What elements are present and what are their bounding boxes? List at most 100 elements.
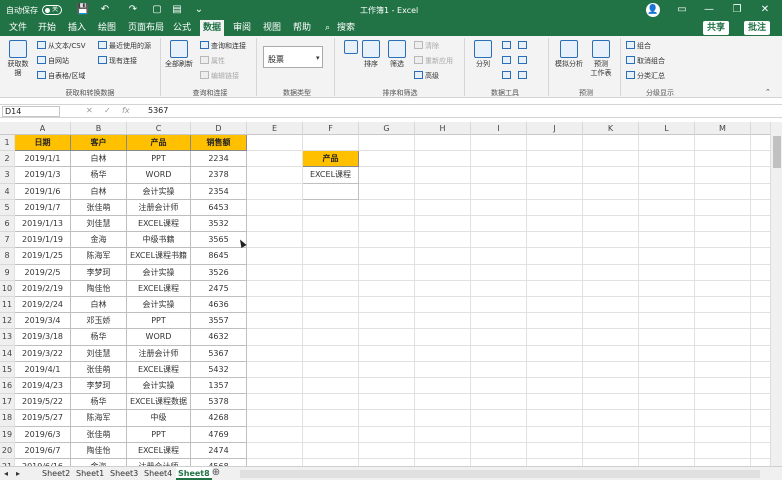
table-cell[interactable]: EXCEL课程: [127, 442, 191, 459]
tab-page-layout[interactable]: 页面布局: [125, 20, 167, 36]
table-cell[interactable]: 会计实操: [127, 297, 191, 314]
table-cell[interactable]: 中级书籍: [127, 232, 191, 249]
edit-links-button[interactable]: 编辑链接: [200, 71, 239, 81]
table-cell[interactable]: 会计实操: [127, 183, 191, 200]
column-header-F[interactable]: F: [303, 122, 359, 135]
table-cell[interactable]: EXCEL课程: [127, 361, 191, 378]
redo-icon[interactable]: ↷: [126, 3, 140, 17]
advanced-button[interactable]: 高级: [414, 71, 439, 81]
customize-qa-icon[interactable]: ⌄: [192, 3, 206, 17]
tab-formulas[interactable]: 公式: [170, 20, 194, 36]
row-header[interactable]: 19: [0, 426, 15, 443]
table-cell[interactable]: 会计实操: [127, 264, 191, 281]
row-header[interactable]: 16: [0, 378, 15, 395]
from-table-button[interactable]: 自表格/区域: [37, 71, 85, 81]
ribbon-display-icon[interactable]: ▭: [675, 3, 689, 17]
horizontal-scrollbar[interactable]: [240, 470, 760, 478]
table-cell[interactable]: 3557: [191, 313, 247, 330]
worksheet-grid[interactable]: ABCDEFGHIJKLM 1 2 3 4 5 6 7 8 9 10 11 12 13 14 15 16 17 1…: [0, 122, 770, 466]
table-cell[interactable]: 2019/3/4: [15, 313, 71, 330]
table-cell[interactable]: 张佳萌: [71, 361, 127, 378]
row-header[interactable]: 10: [0, 280, 15, 297]
sheet-tab-sheet3[interactable]: Sheet3: [108, 467, 140, 480]
recent-sources-button[interactable]: 最近使用的源: [98, 41, 151, 51]
row-header[interactable]: 21: [0, 459, 15, 466]
clear-button[interactable]: 清除: [414, 41, 439, 51]
stock-data-type[interactable]: 股票: [263, 46, 323, 68]
table-cell[interactable]: 会计实操: [127, 378, 191, 395]
table-cell[interactable]: 2019/1/7: [15, 199, 71, 216]
row-header[interactable]: 4: [0, 183, 15, 200]
table-cell[interactable]: 注册会计师: [127, 459, 191, 466]
column-header-H[interactable]: H: [415, 122, 471, 135]
relationships-icon[interactable]: [518, 56, 529, 66]
row-header[interactable]: 20: [0, 442, 15, 459]
table-cell[interactable]: 2019/1/19: [15, 232, 71, 249]
row-header[interactable]: 6: [0, 216, 15, 233]
table-cell[interactable]: 2378: [191, 167, 247, 184]
table-cell[interactable]: 刘佳慧: [71, 216, 127, 233]
table-cell[interactable]: 2019/5/27: [15, 410, 71, 427]
table-cell[interactable]: 2474: [191, 442, 247, 459]
comment-button[interactable]: 批注: [744, 21, 771, 35]
tab-search[interactable]: 搜索: [334, 20, 358, 36]
table-cell[interactable]: 2019/4/1: [15, 361, 71, 378]
table-cell[interactable]: 5367: [191, 345, 247, 362]
row-header[interactable]: 18: [0, 410, 15, 427]
table-cell[interactable]: 2354: [191, 183, 247, 200]
table-cell[interactable]: 5378: [191, 394, 247, 411]
table-cell[interactable]: 金海: [71, 232, 127, 249]
column-header-E[interactable]: E: [247, 122, 303, 135]
vertical-scroll-thumb[interactable]: [773, 136, 781, 168]
table-cell[interactable]: 2475: [191, 280, 247, 297]
table-cell[interactable]: 注册会计师: [127, 199, 191, 216]
what-if-button[interactable]: 模拟分析: [552, 40, 586, 69]
table-cell[interactable]: EXCEL课程数据: [127, 394, 191, 411]
row-header[interactable]: 11: [0, 297, 15, 314]
table-cell[interactable]: 陈海军: [71, 248, 127, 265]
table-cell[interactable]: 2019/3/18: [15, 329, 71, 346]
table-cell[interactable]: 4636: [191, 297, 247, 314]
table-cell[interactable]: EXCEL课程: [127, 216, 191, 233]
reapply-button[interactable]: 重新应用: [414, 56, 453, 66]
table-cell[interactable]: 白林: [71, 151, 127, 168]
table-cell[interactable]: 2019/1/25: [15, 248, 71, 265]
table-cell[interactable]: 2019/2/5: [15, 264, 71, 281]
row-header[interactable]: 5: [0, 199, 15, 216]
table-cell[interactable]: 中级: [127, 410, 191, 427]
table-cell[interactable]: 白林: [71, 297, 127, 314]
table-cell[interactable]: 2019/1/1: [15, 151, 71, 168]
table-cell[interactable]: 陶佳怡: [71, 442, 127, 459]
get-data-button[interactable]: 获取数 据: [3, 40, 33, 78]
insert-function-icon[interactable]: fx: [122, 105, 130, 117]
table-cell[interactable]: 3532: [191, 216, 247, 233]
collapse-ribbon-icon[interactable]: ⌃: [765, 88, 771, 97]
table-cell[interactable]: 张佳萌: [71, 426, 127, 443]
column-header-I[interactable]: I: [471, 122, 527, 135]
row-header[interactable]: 1: [0, 135, 15, 152]
remove-duplicates-icon[interactable]: [502, 56, 513, 66]
close-icon[interactable]: ✕: [758, 3, 772, 17]
split-column-button[interactable]: 分列: [468, 40, 498, 69]
table-cell[interactable]: 2019/1/6: [15, 183, 71, 200]
forecast-sheet-button[interactable]: 预测 工作表: [586, 40, 616, 78]
table-header-cell[interactable]: 日期: [15, 135, 71, 152]
table-cell[interactable]: 杨华: [71, 167, 127, 184]
column-header-B[interactable]: B: [71, 122, 127, 135]
table-cell[interactable]: 8645: [191, 248, 247, 265]
table-cell[interactable]: 2019/4/23: [15, 378, 71, 395]
column-header-J[interactable]: J: [527, 122, 583, 135]
table-cell[interactable]: 2019/2/19: [15, 280, 71, 297]
criteria-value-cell[interactable]: EXCEL课程: [303, 167, 359, 184]
data-validation-icon[interactable]: [502, 71, 513, 81]
row-header[interactable]: 12: [0, 313, 15, 330]
row-header[interactable]: 15: [0, 361, 15, 378]
undo-icon[interactable]: ↶: [98, 3, 112, 17]
table-cell[interactable]: 4632: [191, 329, 247, 346]
table-cell[interactable]: 李梦珂: [71, 264, 127, 281]
consolidate-icon[interactable]: [518, 41, 529, 51]
table-cell[interactable]: 2019/6/16: [15, 459, 71, 466]
vertical-scrollbar[interactable]: [770, 122, 782, 466]
data-type-dropdown-icon[interactable]: ▾: [316, 54, 320, 63]
table-cell[interactable]: PPT: [127, 313, 191, 330]
